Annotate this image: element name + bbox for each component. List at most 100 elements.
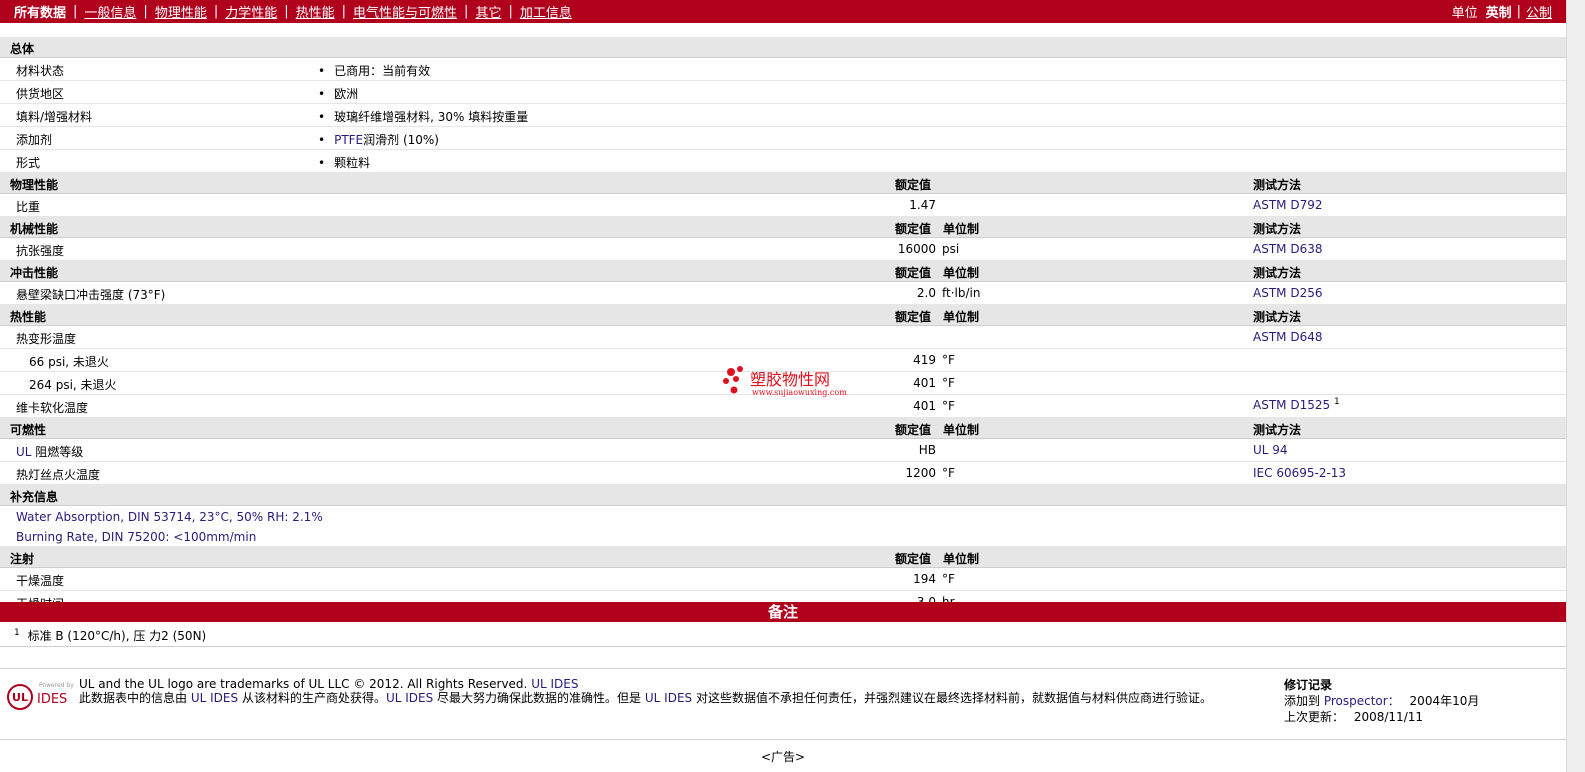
section-title: 补充信息 [10, 490, 59, 504]
property-unit: °F [942, 353, 955, 367]
property-label: UL 阻燃等级 [16, 445, 84, 459]
table-row: 比重 1.47 ASTM D792 [0, 194, 1566, 217]
property-value: HB [918, 443, 936, 457]
header-method: 测试方法 [1253, 310, 1302, 324]
ul-ides-link[interactable]: UL IDES [531, 677, 578, 691]
ul-ides-link[interactable]: UL IDES [645, 691, 692, 705]
property-label: 热变形温度 [16, 332, 77, 346]
ul-ides-link[interactable]: UL IDES [386, 691, 433, 705]
section-title: 物理性能 [10, 178, 59, 192]
property-sublabel: 264 psi, 未退火 [29, 378, 117, 392]
logo-ul: UL [12, 691, 28, 704]
test-method-link[interactable]: ASTM D1525 [1253, 398, 1330, 412]
property-value: 1200 [905, 466, 936, 480]
revision-title: 修订记录 [1284, 678, 1333, 692]
property-label: 形式 [16, 156, 41, 170]
nav-all-data[interactable]: 所有数据 [14, 2, 66, 21]
footnote: 1 标准 B (120°C/h), 压 力2 (50N) [14, 627, 206, 644]
property-label: 比重 [16, 200, 41, 214]
test-method-link[interactable]: ASTM D638 [1253, 242, 1322, 256]
table-row: 形式 颗粒料 [0, 150, 1566, 173]
unit-english[interactable]: 英制 [1486, 2, 1512, 21]
test-method: ASTM D1525 1 [1253, 397, 1340, 412]
unit-switch: 单位 英制 | 公制 [1451, 2, 1552, 21]
ul-link[interactable]: UL [16, 445, 31, 459]
nav-processing[interactable]: 加工信息 [520, 2, 572, 21]
watermark-logo-icon: 塑胶物性网 www.sujiaowuxing.com [723, 366, 847, 397]
property-label: 热灯丝点火温度 [16, 468, 101, 482]
property-unit: °F [942, 466, 955, 480]
ul-ides-link[interactable]: UL IDES [191, 691, 238, 705]
prospector-link[interactable]: Prospector： [1324, 694, 1400, 708]
section-mechanical: 机械性能 额定值 单位制 测试方法 [0, 217, 1566, 238]
divider [0, 646, 1566, 647]
section-title: 冲击性能 [10, 266, 59, 280]
section-title: 注射 [10, 552, 35, 566]
property-value: 194 [913, 572, 936, 586]
nav-electrical[interactable]: 电气性能与可燃性 [353, 2, 457, 21]
table-row: 填料/增强材料 玻璃纤维增强材料, 30% 填料按重量 [0, 104, 1566, 127]
footnote-marker: 1 [14, 628, 20, 638]
header-nominal: 额定值 [895, 178, 932, 192]
section-impact: 冲击性能 额定值 单位制 测试方法 [0, 261, 1566, 282]
nav-thermal[interactable]: 热性能 [296, 2, 335, 21]
property-unit: ft·lb/in [942, 286, 981, 300]
property-label: 材料状态 [16, 64, 65, 78]
watermark: 塑胶物性网 www.sujiaowuxing.com [722, 364, 852, 401]
top-nav-bar: 所有数据 | 一般信息 | 物理性能 | 力学性能 | 热性能 | 电气性能与可… [0, 0, 1566, 23]
header-unit: 单位制 [943, 266, 980, 280]
vertical-scrollbar[interactable] [1566, 0, 1585, 772]
test-method-link[interactable]: UL 94 [1253, 443, 1288, 457]
header-unit: 单位制 [943, 423, 980, 437]
nav-other[interactable]: 其它 [475, 2, 501, 21]
test-method-link[interactable]: ASTM D792 [1253, 198, 1322, 212]
logo-powered: Powered by [39, 682, 74, 689]
section-nav: 所有数据 | 一般信息 | 物理性能 | 力学性能 | 热性能 | 电气性能与可… [14, 2, 572, 21]
property-value: 欧洲 [318, 85, 358, 102]
divider [0, 739, 1566, 740]
notes-title: 备注 [0, 602, 1566, 622]
logo-ides: IDES [37, 692, 67, 707]
header-nominal: 额定值 [895, 310, 932, 324]
ptfe-link[interactable]: PTFE [334, 133, 363, 147]
property-label: 填料/增强材料 [16, 110, 93, 124]
supplement-line: Water Absorption, DIN 53714, 23°C, 50% R… [16, 510, 323, 524]
header-unit: 单位制 [943, 222, 980, 236]
table-row: 悬壁梁缺口冲击强度 (73°F) 2.0 ft·lb/in ASTM D256 [0, 282, 1566, 305]
property-unit: psi [942, 242, 960, 256]
test-method-link[interactable]: ASTM D256 [1253, 286, 1322, 300]
datasheet: 总体 材料状态 已商用：当前有效 供货地区 欧洲 填料/增强材料 玻璃纤维增强材… [0, 37, 1566, 614]
watermark-url: www.sujiaowuxing.com [752, 388, 847, 397]
unit-metric[interactable]: 公制 [1526, 2, 1552, 21]
section-physical: 物理性能 额定值 测试方法 [0, 173, 1566, 194]
test-method-link[interactable]: IEC 60695-2-13 [1253, 466, 1346, 480]
table-row: UL 阻燃等级 HB UL 94 [0, 439, 1566, 462]
section-injection: 注射 额定值 单位制 [0, 547, 1566, 568]
property-value: 2.0 [916, 286, 936, 300]
legal-text: UL and the UL logo are trademarks of UL … [79, 677, 1212, 705]
table-row: Water Absorption, DIN 53714, 23°C, 50% R… [0, 506, 1566, 526]
property-value: 颗粒料 [318, 154, 370, 171]
test-method-link[interactable]: ASTM D648 [1253, 330, 1322, 344]
header-unit: 单位制 [943, 552, 980, 566]
ad-placeholder: <广告> [760, 750, 806, 764]
section-title: 总体 [10, 42, 35, 56]
supplement-line: Burning Rate, DIN 75200: <100mm/min [16, 530, 257, 544]
section-supplement: 补充信息 [0, 485, 1566, 506]
additive-rest: 润滑剂 (10%) [363, 133, 439, 147]
property-unit: °F [942, 399, 955, 413]
table-row: 供货地区 欧洲 [0, 81, 1566, 104]
header-nominal: 额定值 [895, 552, 932, 566]
unit-label: 单位 [1451, 6, 1478, 21]
nav-general-info[interactable]: 一般信息 [84, 2, 136, 21]
table-row: Burning Rate, DIN 75200: <100mm/min [0, 526, 1566, 547]
header-method: 测试方法 [1253, 222, 1302, 236]
nav-physical[interactable]: 物理性能 [155, 2, 207, 21]
header-method: 测试方法 [1253, 178, 1302, 192]
property-sublabel: 66 psi, 未退火 [29, 355, 109, 369]
property-value: 419 [913, 353, 936, 367]
nav-mechanical[interactable]: 力学性能 [225, 2, 277, 21]
header-nominal: 额定值 [895, 222, 932, 236]
property-label: 维卡软化温度 [16, 401, 89, 415]
footnote-ref: 1 [1333, 397, 1340, 407]
